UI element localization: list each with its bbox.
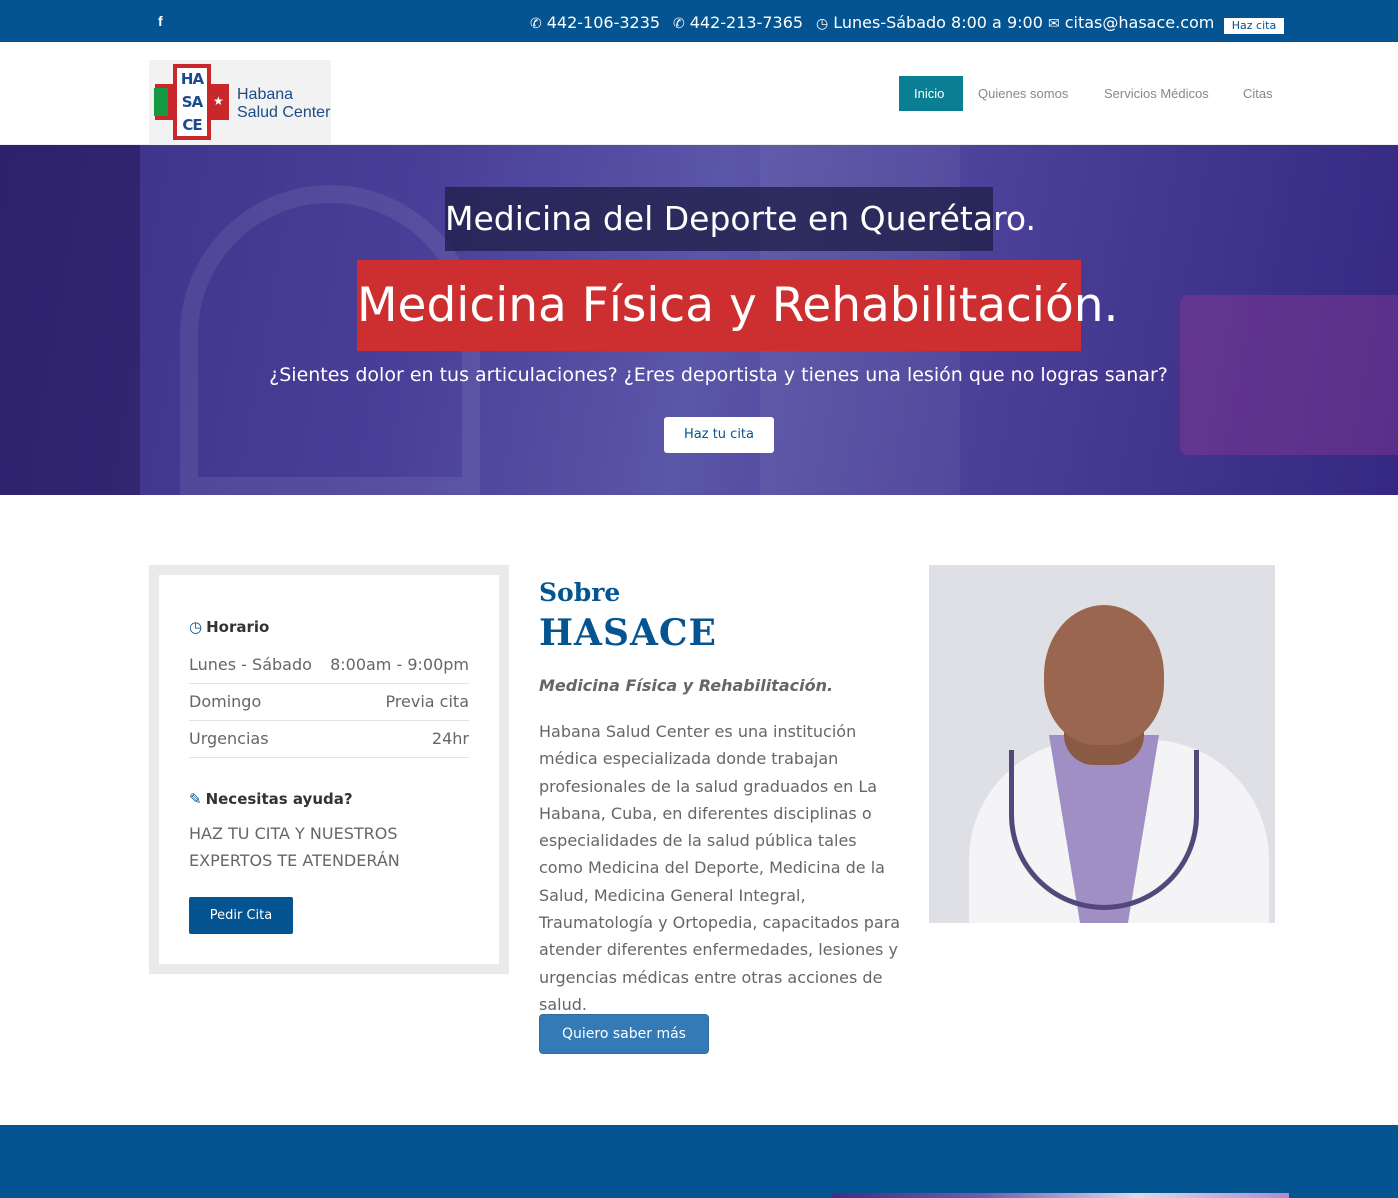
schedule-time: 8:00am - 9:00pm <box>330 655 469 674</box>
logo-green-band <box>154 88 168 116</box>
about-tagline: Medicina Física y Rehabilitación. <box>539 676 834 695</box>
hasace-logo[interactable]: HA SA CE ★ Habana Salud Center <box>149 60 331 144</box>
opening-hours-text: Lunes-Sábado 8:00 a 9:00 <box>833 13 1043 32</box>
help-heading: ✎ Necesitas ayuda? <box>189 790 353 808</box>
quiero-saber-mas-button[interactable]: Quiero saber más <box>539 1014 709 1054</box>
logo-name: Habana Salud Center <box>237 86 330 122</box>
hero-banner: Medicina del Deporte en Querétaro. Medic… <box>0 145 1398 495</box>
opening-hours: ◷ Lunes-Sábado 8:00 a 9:00 <box>816 13 1043 32</box>
about-title: HASACE <box>539 612 717 654</box>
schedule-row: Lunes - Sábado 8:00am - 9:00pm <box>189 647 469 684</box>
logo-letters-2: SA <box>181 92 203 111</box>
schedule-row: Urgencias 24hr <box>189 721 469 758</box>
email-text: citas@hasace.com <box>1064 13 1215 32</box>
phone-1-text: 442-106-3235 <box>546 13 661 32</box>
about-body: Habana Salud Center es una institución m… <box>539 722 901 1014</box>
schedule-card-inner: ◷ Horario Lunes - Sábado 8:00am - 9:00pm … <box>159 575 499 964</box>
nav-quienes-somos[interactable]: Quienes somos <box>963 76 1083 111</box>
schedule-heading: ◷ Horario <box>189 618 269 636</box>
logo-letters: HA SA CE <box>177 68 207 136</box>
photo-head <box>1044 605 1164 745</box>
logo-name-line2: Salud Center <box>237 104 331 121</box>
email-link[interactable]: ✉ citas@hasace.com <box>1048 13 1214 32</box>
schedule-time: Previa cita <box>385 692 469 711</box>
pedir-cita-button[interactable]: Pedir Cita <box>189 897 293 934</box>
top-contact-bar: f ✆ 442-106-3235 ✆ 442-213-7365 ◷ Lunes-Sáb… <box>0 0 1398 42</box>
facebook-icon[interactable]: f <box>158 13 163 29</box>
schedule-time: 24hr <box>431 729 469 748</box>
hero-background-shade <box>0 145 140 495</box>
hero-subtitle: ¿Sientes dolor en tus articulaciones? ¿E… <box>269 364 1168 386</box>
clock-icon: ◷ <box>816 16 829 32</box>
next-section-band <box>0 1125 1398 1198</box>
hero-title-primary: Medicina del Deporte en Querétaro. <box>445 187 1036 251</box>
logo-name-line1: Habana <box>237 86 294 103</box>
top-haz-cita-button[interactable]: Haz cita <box>1224 18 1284 34</box>
schedule-day: Lunes - Sábado <box>189 655 312 674</box>
schedule-day: Urgencias <box>189 729 269 748</box>
site-header: HA SA CE ★ Habana Salud Center Inicio Qu… <box>0 42 1398 145</box>
hero-title-secondary: Medicina Física y Rehabilitación. <box>357 260 1118 351</box>
star-icon: ★ <box>213 94 224 108</box>
phone-2[interactable]: ✆ 442-213-7365 <box>673 13 803 32</box>
next-section-image <box>832 1193 1289 1198</box>
phone-2-text: 442-213-7365 <box>689 13 804 32</box>
clock-icon: ◷ <box>189 618 203 636</box>
phone-1[interactable]: ✆ 442-106-3235 <box>530 13 660 32</box>
hero-haz-tu-cita-button[interactable]: Haz tu cita <box>664 417 774 453</box>
help-text: HAZ TU CITA Y NUESTROS EXPERTOS TE ATEND… <box>189 824 400 870</box>
nav-citas[interactable]: Citas <box>1228 76 1288 111</box>
schedule-heading-text: Horario <box>206 618 270 636</box>
logo-letters-3: CE <box>182 115 202 134</box>
phone-icon: ✆ <box>530 16 542 32</box>
schedule-row: Domingo Previa cita <box>189 684 469 721</box>
about-kicker: Sobre <box>539 578 621 607</box>
help-heading-text: Necesitas ayuda? <box>205 790 353 808</box>
envelope-icon: ✉ <box>1048 16 1060 32</box>
schedule-day: Domingo <box>189 692 262 711</box>
schedule-card: ◷ Horario Lunes - Sábado 8:00am - 9:00pm … <box>149 565 509 974</box>
nav-inicio[interactable]: Inicio <box>899 76 963 111</box>
doctor-photo <box>929 565 1275 923</box>
edit-icon: ✎ <box>189 790 202 808</box>
logo-letters-1: HA <box>180 70 204 89</box>
nav-servicios-medicos[interactable]: Servicios Médicos <box>1089 76 1224 111</box>
phone-icon: ✆ <box>673 16 685 32</box>
